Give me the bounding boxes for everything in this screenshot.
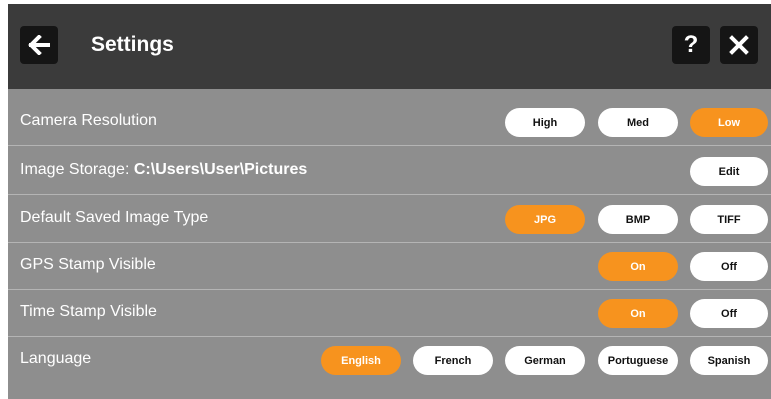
- image-type-tiff-button[interactable]: TIFF: [690, 205, 768, 234]
- settings-window: Settings ? Camera Resolution High Med Lo…: [8, 4, 771, 399]
- page-title: Settings: [91, 33, 174, 56]
- image-storage-path: C:\Users\User\Pictures: [133, 161, 308, 178]
- edit-storage-button[interactable]: Edit: [690, 157, 768, 186]
- language-spanish-button[interactable]: Spanish: [690, 346, 768, 375]
- language-portuguese-button[interactable]: Portuguese: [598, 346, 678, 375]
- image-type-bmp-button[interactable]: BMP: [598, 205, 678, 234]
- arrow-left-icon: [28, 35, 50, 55]
- close-button[interactable]: [720, 26, 758, 64]
- image-type-label: Default Saved Image Type: [20, 209, 209, 226]
- language-label: Language: [20, 350, 92, 367]
- image-storage-caption: Image Storage:: [20, 161, 130, 178]
- row-gps-stamp: GPS Stamp Visible On Off: [8, 243, 771, 290]
- resolution-high-button[interactable]: High: [505, 108, 585, 137]
- time-stamp-label: Time Stamp Visible: [20, 303, 157, 320]
- time-stamp-off-button[interactable]: Off: [690, 299, 768, 328]
- language-french-button[interactable]: French: [413, 346, 493, 375]
- language-english-button[interactable]: English: [321, 346, 401, 375]
- language-german-button[interactable]: German: [505, 346, 585, 375]
- back-button[interactable]: [20, 26, 58, 64]
- gps-stamp-on-button[interactable]: On: [598, 252, 678, 281]
- row-time-stamp: Time Stamp Visible On Off: [8, 290, 771, 337]
- image-storage-label: Image Storage: C:\Users\User\Pictures: [20, 161, 307, 179]
- help-button[interactable]: ?: [672, 26, 710, 64]
- gps-stamp-label: GPS Stamp Visible: [20, 256, 156, 273]
- resolution-med-button[interactable]: Med: [598, 108, 678, 137]
- time-stamp-on-button[interactable]: On: [598, 299, 678, 328]
- camera-resolution-label: Camera Resolution: [20, 112, 157, 129]
- row-camera-resolution: Camera Resolution High Med Low: [8, 99, 771, 146]
- row-image-type: Default Saved Image Type JPG BMP TIFF: [8, 196, 771, 243]
- row-image-storage: Image Storage: C:\Users\User\Pictures Ed…: [8, 148, 771, 195]
- footer-area: [8, 382, 771, 399]
- header-bar: Settings ?: [8, 4, 771, 89]
- resolution-low-button[interactable]: Low: [690, 108, 768, 137]
- image-type-jpg-button[interactable]: JPG: [505, 205, 585, 234]
- gps-stamp-off-button[interactable]: Off: [690, 252, 768, 281]
- row-language: Language English French German Portugues…: [8, 337, 771, 384]
- close-icon: [729, 35, 749, 55]
